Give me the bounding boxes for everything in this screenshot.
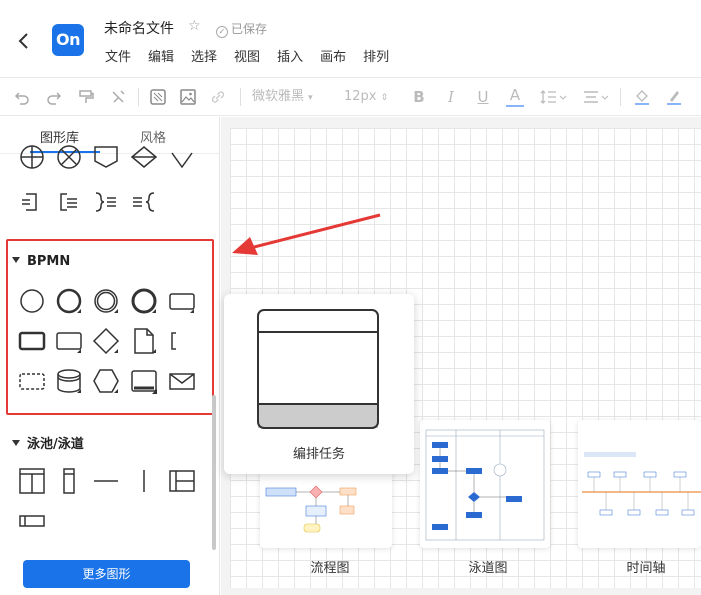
- shape-preview-tooltip: 编排任务: [224, 294, 414, 474]
- app-logo: On: [52, 24, 84, 56]
- bpmn-group[interactable]: [18, 367, 46, 395]
- divider: [240, 88, 241, 106]
- font-family-value: 微软雅黑: [252, 89, 305, 104]
- template-card-swimlane[interactable]: [420, 420, 550, 548]
- clear-format-icon[interactable]: [108, 87, 128, 107]
- shape-offpage[interactable]: [92, 143, 120, 171]
- menu-view[interactable]: 视图: [234, 46, 260, 65]
- bold-button[interactable]: B: [410, 87, 428, 107]
- more-shapes-button[interactable]: 更多图形: [23, 560, 190, 588]
- line-color-icon[interactable]: [664, 87, 684, 107]
- menu-file[interactable]: 文件: [105, 46, 131, 65]
- timeline-thumbnail: [582, 452, 701, 516]
- format-painter-icon[interactable]: [76, 87, 96, 107]
- shape-triangle-down[interactable]: [168, 143, 196, 171]
- fill-color-icon[interactable]: [632, 87, 652, 107]
- bpmn-start-event[interactable]: [18, 287, 46, 315]
- shape-lane-vertical[interactable]: [55, 467, 83, 495]
- bpmn-conversation[interactable]: [92, 367, 120, 395]
- menu-arrange[interactable]: 排列: [363, 46, 389, 65]
- shape-pool-horizontal[interactable]: [18, 467, 46, 495]
- sidebar-scrollbar[interactable]: [212, 395, 216, 550]
- link-icon[interactable]: [208, 87, 228, 107]
- section-pool-label: 泳池/泳道: [27, 437, 84, 452]
- swimlane-thumbnail: [425, 429, 545, 541]
- template-card-timeline[interactable]: [578, 420, 701, 548]
- shape-circle-x[interactable]: [55, 143, 83, 171]
- check-icon: ✓: [216, 26, 228, 38]
- bpmn-call-activity[interactable]: [18, 327, 46, 355]
- shape-annotation-right[interactable]: [18, 188, 46, 216]
- bpmn-subprocess[interactable]: [55, 327, 83, 355]
- sidebar: 图形库 风格 BPMN 泳池/泳道 更多图形: [0, 117, 220, 595]
- shape-pool-vertical[interactable]: [168, 467, 196, 495]
- menu-insert[interactable]: 插入: [277, 46, 303, 65]
- bpmn-boundary-event[interactable]: [92, 287, 120, 315]
- header: On 未命名文件 ☆ ✓ 已保存 文件 编辑 选择 视图 插入 画布 排列: [0, 0, 701, 78]
- shape-lane-horizontal[interactable]: [18, 507, 46, 535]
- section-pool-lane[interactable]: 泳池/泳道: [12, 433, 84, 452]
- italic-button[interactable]: I: [442, 87, 460, 107]
- bpmn-gateway[interactable]: [92, 327, 120, 355]
- bpmn-choreography-task[interactable]: [130, 367, 158, 395]
- font-family-select[interactable]: 微软雅黑 ▾: [252, 87, 322, 107]
- shape-merge[interactable]: [130, 143, 158, 171]
- bpmn-message[interactable]: [168, 367, 196, 395]
- star-icon[interactable]: ☆: [188, 18, 201, 34]
- caret-down-icon: [12, 440, 20, 446]
- align-icon[interactable]: [580, 87, 610, 107]
- toolbar: 微软雅黑 ▾ 12px ⇕ B I U A: [0, 78, 701, 116]
- font-size-stepper[interactable]: 12px ⇕: [344, 87, 398, 107]
- font-color-button[interactable]: A: [506, 87, 524, 107]
- bpmn-end-event[interactable]: [130, 287, 158, 315]
- divider: [620, 88, 621, 106]
- stepper-icon: ⇕: [380, 93, 389, 103]
- line-spacing-icon[interactable]: [538, 87, 568, 107]
- template-label-flowchart[interactable]: 流程图: [290, 557, 370, 576]
- divider: [138, 88, 139, 106]
- bpmn-data-object[interactable]: [130, 327, 158, 355]
- underline-button[interactable]: U: [474, 87, 492, 107]
- template-label-swimlane[interactable]: 泳道图: [448, 557, 528, 576]
- file-name[interactable]: 未命名文件: [104, 18, 174, 38]
- back-arrow-icon[interactable]: [14, 30, 34, 52]
- shape-separator-vertical[interactable]: [130, 467, 158, 495]
- redo-icon[interactable]: [44, 87, 64, 107]
- chevron-down-icon: ▾: [308, 93, 313, 103]
- orchestration-task-preview: [257, 309, 379, 429]
- shape-brace-right[interactable]: [92, 188, 120, 216]
- fill-pattern-icon[interactable]: [148, 87, 168, 107]
- menu-bar: 文件 编辑 选择 视图 插入 画布 排列: [105, 46, 389, 65]
- bpmn-text-annotation[interactable]: [168, 327, 196, 355]
- shape-separator-horizontal[interactable]: [92, 467, 120, 495]
- shape-circle-cross[interactable]: [18, 143, 46, 171]
- bpmn-intermediate-event[interactable]: [55, 287, 83, 315]
- menu-edit[interactable]: 编辑: [148, 46, 174, 65]
- menu-canvas[interactable]: 画布: [320, 46, 346, 65]
- image-icon[interactable]: [178, 87, 198, 107]
- shape-brace-left[interactable]: [130, 188, 158, 216]
- preview-label: 编排任务: [292, 447, 345, 462]
- menu-select[interactable]: 选择: [191, 46, 217, 65]
- undo-icon[interactable]: [12, 87, 32, 107]
- bpmn-data-store[interactable]: [55, 367, 83, 395]
- annotation-arrow-icon: [220, 205, 390, 265]
- save-status: ✓ 已保存: [216, 20, 267, 38]
- shape-annotation-left[interactable]: [55, 188, 83, 216]
- template-label-timeline[interactable]: 时间轴: [606, 557, 686, 576]
- font-size-value: 12px: [344, 89, 377, 104]
- bpmn-task[interactable]: [168, 287, 196, 315]
- save-status-text: 已保存: [231, 22, 268, 36]
